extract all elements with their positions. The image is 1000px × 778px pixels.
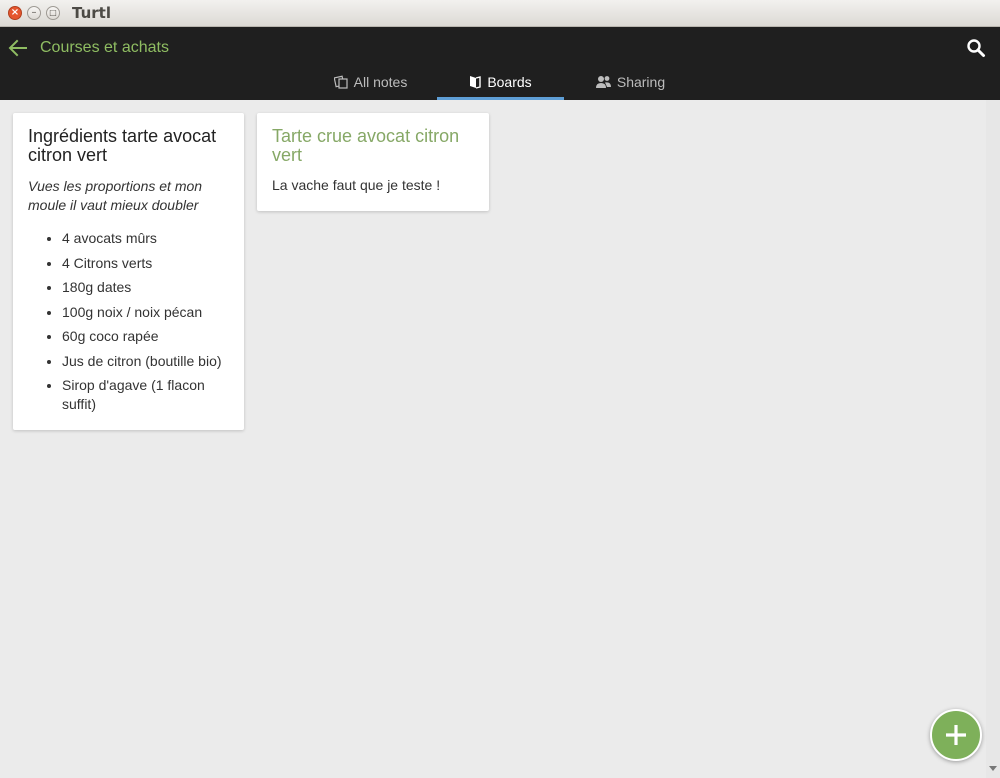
note-description: Vues les proportions et mon moule il vau…	[28, 178, 203, 213]
tab-label: Boards	[487, 74, 532, 90]
arrow-left-icon[interactable]	[8, 39, 28, 57]
list-item: 60g coco rapée	[62, 327, 229, 346]
tab-all-notes[interactable]: All notes	[318, 74, 423, 100]
note-card[interactable]: Ingrédients tarte avocat citron vert Vue…	[13, 113, 244, 430]
note-title: Ingrédients tarte avocat citron vert	[28, 126, 217, 165]
search-icon[interactable]	[966, 38, 986, 58]
window-titlebar: × – □ Turtl	[0, 0, 1000, 27]
tab-sharing[interactable]: Sharing	[578, 74, 683, 100]
ingredient-list: 4 avocats mûrs 4 Citrons verts 180g date…	[28, 229, 229, 414]
scrollbar[interactable]	[986, 100, 1000, 778]
list-item: Sirop d'agave (1 flacon suffit)	[62, 376, 229, 414]
note-card[interactable]: Tarte crue avocat citron vert La vache f…	[257, 113, 489, 211]
note-title: Tarte crue avocat citron vert	[272, 126, 460, 165]
window-title: Turtl	[72, 4, 111, 22]
tab-label: Sharing	[616, 74, 666, 90]
board-icon	[470, 76, 482, 89]
notes-icon	[333, 75, 348, 89]
plus-icon	[946, 725, 966, 745]
add-note-button[interactable]	[930, 709, 982, 761]
app-header: Courses et achats All notes Boards Shari…	[0, 27, 1000, 100]
list-item: 4 avocats mûrs	[62, 229, 229, 248]
tab-boards[interactable]: Boards	[437, 74, 564, 100]
scroll-down-arrow-icon[interactable]	[989, 766, 997, 771]
list-item: 180g dates	[62, 278, 229, 297]
window-close-button[interactable]: ×	[8, 6, 22, 20]
tab-label: All notes	[353, 74, 408, 90]
window-maximize-button[interactable]: □	[46, 6, 60, 20]
window-minimize-button[interactable]: –	[27, 6, 41, 20]
list-item: 100g noix / noix pécan	[62, 303, 229, 322]
note-body: La vache faut que je teste !	[272, 177, 441, 193]
users-icon	[595, 76, 611, 88]
board-title: Courses et achats	[40, 39, 169, 56]
list-item: Jus de citron (boutille bio)	[62, 352, 229, 371]
list-item: 4 Citrons verts	[62, 254, 229, 273]
